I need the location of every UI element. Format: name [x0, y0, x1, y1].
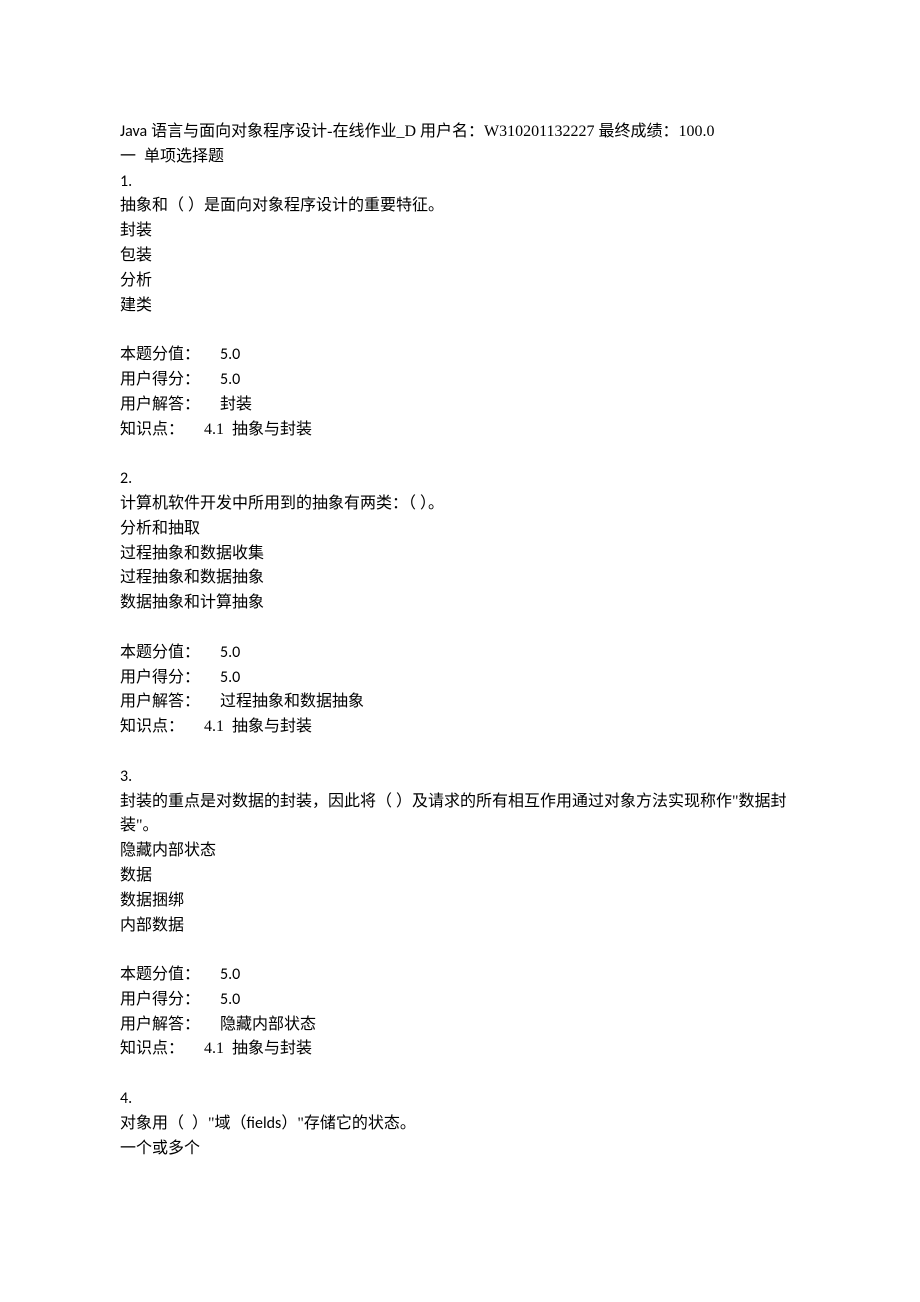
blank-line — [120, 616, 800, 641]
user-answer-line: 用户解答： 封装 — [120, 393, 800, 418]
user-score-label: 用户得分： — [120, 991, 200, 1008]
question-number: 3. — [120, 765, 800, 790]
score-value-label: 本题分值： — [120, 966, 200, 983]
stem-pre: 对象用（ ）"域（ — [120, 1115, 247, 1132]
score-value: 5.0 — [220, 643, 240, 662]
question-number: 4. — [120, 1087, 800, 1112]
user-answer-label: 用户解答： — [120, 1016, 200, 1033]
user-score-line: 用户得分： 5.0 — [120, 368, 800, 393]
user-score: 5.0 — [220, 370, 240, 389]
course-code: Java — [120, 122, 147, 141]
question-stem: 封装的重点是对数据的封装，因此将（ ）及请求的所有相互作用通过对象方法实现称作"… — [120, 790, 800, 840]
question-stem: 计算机软件开发中所用到的抽象有两类：（ ）。 — [120, 492, 800, 517]
question-option: 包装 — [120, 244, 800, 269]
knowledge-point-line: 知识点： 4.1 抽象与封装 — [120, 418, 800, 443]
knowledge-point-label: 知识点： — [120, 1040, 184, 1057]
question-stem: 对象用（ ）"域（fields）"存储它的状态。 — [120, 1112, 800, 1137]
user-score-line: 用户得分： 5.0 — [120, 988, 800, 1013]
score-value-line: 本题分值： 5.0 — [120, 963, 800, 988]
question-option: 数据捆绑 — [120, 889, 800, 914]
score-value-label: 本题分值： — [120, 644, 200, 661]
knowledge-point: 4.1 抽象与封装 — [204, 1040, 312, 1057]
user-score: 5.0 — [220, 668, 240, 687]
question-option: 封装 — [120, 219, 800, 244]
question-option: 分析 — [120, 269, 800, 294]
blank-line — [120, 1062, 800, 1087]
stem-post: ）"存储它的状态。 — [281, 1115, 416, 1132]
score-value-label: 本题分值： — [120, 346, 200, 363]
question-option: 分析和抽取 — [120, 517, 800, 542]
knowledge-point-line: 知识点： 4.1 抽象与封装 — [120, 1037, 800, 1062]
user-answer: 封装 — [220, 396, 252, 413]
question-number: 1. — [120, 170, 800, 195]
question-stem: 抽象和（ ）是面向对象程序设计的重要特征。 — [120, 194, 800, 219]
blank-line — [120, 740, 800, 765]
knowledge-point: 4.1 抽象与封装 — [204, 421, 312, 438]
user-answer-label: 用户解答： — [120, 396, 200, 413]
header-rest: 语言与面向对象程序设计-在线作业_D 用户名：W310201132227 最终成… — [147, 123, 714, 140]
question-option: 内部数据 — [120, 914, 800, 939]
blank-line — [120, 318, 800, 343]
question-option: 过程抽象和数据抽象 — [120, 566, 800, 591]
user-score: 5.0 — [220, 990, 240, 1009]
score-value: 5.0 — [220, 965, 240, 984]
question-option: 数据 — [120, 864, 800, 889]
user-answer-line: 用户解答： 隐藏内部状态 — [120, 1013, 800, 1038]
question-number: 2. — [120, 467, 800, 492]
question-option: 数据抽象和计算抽象 — [120, 591, 800, 616]
user-score-line: 用户得分： 5.0 — [120, 666, 800, 691]
section-title: 一 单项选择题 — [120, 145, 800, 170]
question-option: 一个或多个 — [120, 1137, 800, 1162]
stem-mid: fields — [247, 1114, 282, 1133]
question-option: 过程抽象和数据收集 — [120, 542, 800, 567]
score-value: 5.0 — [220, 345, 240, 364]
user-answer: 过程抽象和数据抽象 — [220, 693, 364, 710]
score-value-line: 本题分值： 5.0 — [120, 343, 800, 368]
knowledge-point-label: 知识点： — [120, 718, 184, 735]
blank-line — [120, 938, 800, 963]
question-option: 建类 — [120, 294, 800, 319]
blank-line — [120, 442, 800, 467]
knowledge-point-line: 知识点： 4.1 抽象与封装 — [120, 715, 800, 740]
knowledge-point-label: 知识点： — [120, 421, 184, 438]
knowledge-point: 4.1 抽象与封装 — [204, 718, 312, 735]
user-score-label: 用户得分： — [120, 371, 200, 388]
score-value-line: 本题分值： 5.0 — [120, 641, 800, 666]
user-answer: 隐藏内部状态 — [220, 1016, 316, 1033]
user-answer-label: 用户解答： — [120, 693, 200, 710]
user-answer-line: 用户解答： 过程抽象和数据抽象 — [120, 690, 800, 715]
question-option: 隐藏内部状态 — [120, 839, 800, 864]
page-header: Java 语言与面向对象程序设计-在线作业_D 用户名：W31020113222… — [120, 120, 800, 145]
user-score-label: 用户得分： — [120, 669, 200, 686]
